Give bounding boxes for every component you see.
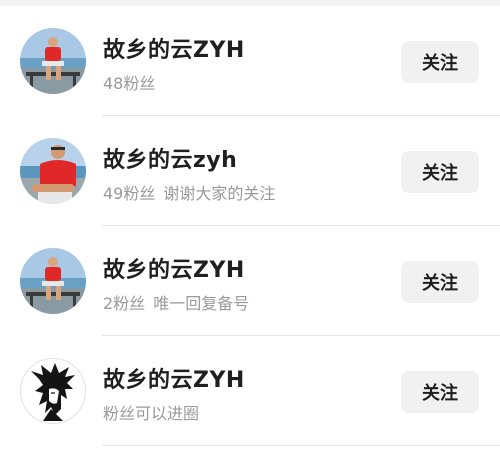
user-name[interactable]: 故乡的云zyh xyxy=(103,142,237,174)
beach-photo-avatar-icon xyxy=(20,28,86,94)
follow-button[interactable]: 关注 xyxy=(401,261,479,303)
user-name[interactable]: 故乡的云ZYH xyxy=(103,32,245,64)
follower-count: 48粉丝 xyxy=(103,74,156,93)
follow-button[interactable]: 关注 xyxy=(401,371,479,413)
avatar[interactable] xyxy=(20,358,86,424)
row-divider xyxy=(102,445,500,446)
user-bio: 粉丝可以进圈 xyxy=(103,404,200,423)
follow-button[interactable]: 关注 xyxy=(401,41,479,83)
user-list: 故乡的云ZYH 48粉丝 关注 故乡的云zyh 49粉丝 谢谢大家的关注 关注 … xyxy=(0,6,500,446)
beach-photo-avatar-icon xyxy=(20,248,86,314)
user-row[interactable]: 故乡的云ZYH 2粉丝 唯一回复备号 关注 xyxy=(0,226,500,336)
user-name[interactable]: 故乡的云ZYH xyxy=(103,252,245,284)
follower-count: 2粉丝 xyxy=(103,294,146,313)
user-search-results: 故乡的云ZYH 48粉丝 关注 故乡的云zyh 49粉丝 谢谢大家的关注 关注 … xyxy=(0,0,500,455)
avatar[interactable] xyxy=(20,248,86,314)
avatar[interactable] xyxy=(20,138,86,204)
beach-photo-avatar-icon xyxy=(20,138,86,204)
follow-button[interactable]: 关注 xyxy=(401,151,479,193)
user-meta: 粉丝可以进圈 xyxy=(103,400,199,424)
user-meta: 48粉丝 xyxy=(103,70,155,94)
user-row[interactable]: 故乡的云ZYH 粉丝可以进圈 关注 xyxy=(0,336,500,446)
user-name[interactable]: 故乡的云ZYH xyxy=(103,362,245,394)
avatar[interactable] xyxy=(20,28,86,94)
user-row[interactable]: 故乡的云ZYH 48粉丝 关注 xyxy=(0,6,500,116)
anime-sketch-avatar-icon xyxy=(31,363,75,421)
user-bio: 谢谢大家的关注 xyxy=(163,184,276,203)
follower-count: 49粉丝 xyxy=(103,184,156,203)
user-meta: 2粉丝 唯一回复备号 xyxy=(103,290,249,314)
user-meta: 49粉丝 谢谢大家的关注 xyxy=(103,180,275,204)
user-bio: 唯一回复备号 xyxy=(153,294,250,313)
user-row[interactable]: 故乡的云zyh 49粉丝 谢谢大家的关注 关注 xyxy=(0,116,500,226)
